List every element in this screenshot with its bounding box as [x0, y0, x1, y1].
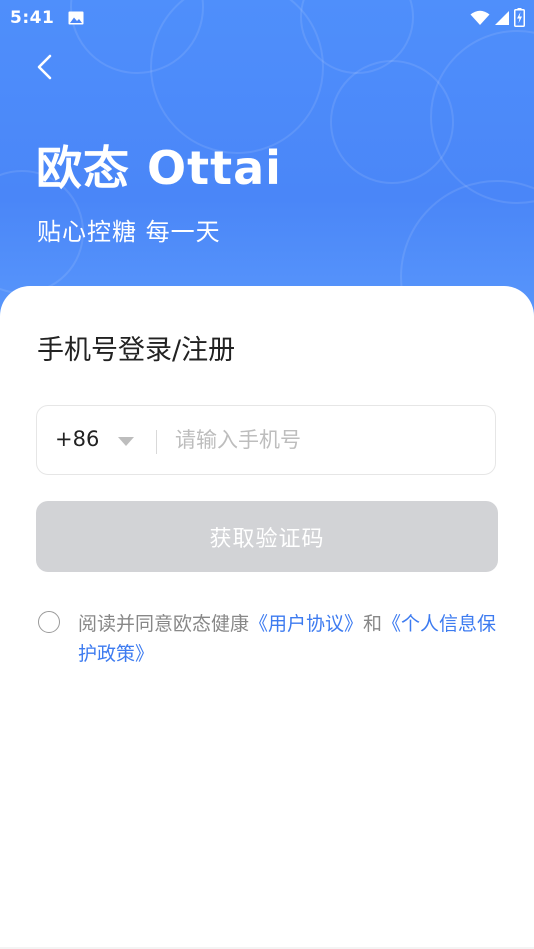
- agreement-prefix: 阅读并同意欧态健康: [78, 613, 250, 635]
- user-agreement-link[interactable]: 《用户协议》: [249, 613, 363, 635]
- phone-input-group: +86: [36, 405, 496, 475]
- page-title: 手机号登录/注册: [37, 335, 236, 366]
- get-verification-code-button[interactable]: 获取验证码: [36, 501, 498, 572]
- agreement-checkbox[interactable]: [38, 611, 60, 633]
- cell-signal-icon: [495, 10, 509, 25]
- decorative-ring: [430, 30, 534, 204]
- back-button[interactable]: [30, 50, 64, 84]
- agreement-text: 阅读并同意欧态健康《用户协议》和《个人信息保护政策》: [78, 609, 498, 669]
- input-divider: [156, 430, 157, 454]
- status-time: 5:41: [10, 8, 55, 28]
- wifi-icon: [470, 10, 490, 25]
- battery-icon: [514, 8, 525, 27]
- status-bar: 5:41: [0, 0, 534, 36]
- header-banner: 5:41 欧态 Ottai 贴心控糖 每一天: [0, 0, 534, 330]
- caret-down-icon: [118, 437, 134, 446]
- login-card: 手机号登录/注册 +86 获取验证码 阅读并同意欧态健康《用户协议》和《个人信息…: [0, 286, 534, 949]
- chevron-left-icon: [37, 54, 52, 80]
- phone-number-input[interactable]: [175, 418, 475, 462]
- status-icons: [470, 8, 525, 27]
- agreement-conjunction: 和: [363, 613, 383, 635]
- country-code-selector[interactable]: +86: [37, 406, 147, 474]
- image-notification-icon: [68, 11, 84, 25]
- brand-logo-text: 欧态 Ottai: [36, 141, 282, 195]
- country-code: +86: [55, 427, 100, 451]
- slogan: 贴心控糖 每一天: [37, 218, 221, 246]
